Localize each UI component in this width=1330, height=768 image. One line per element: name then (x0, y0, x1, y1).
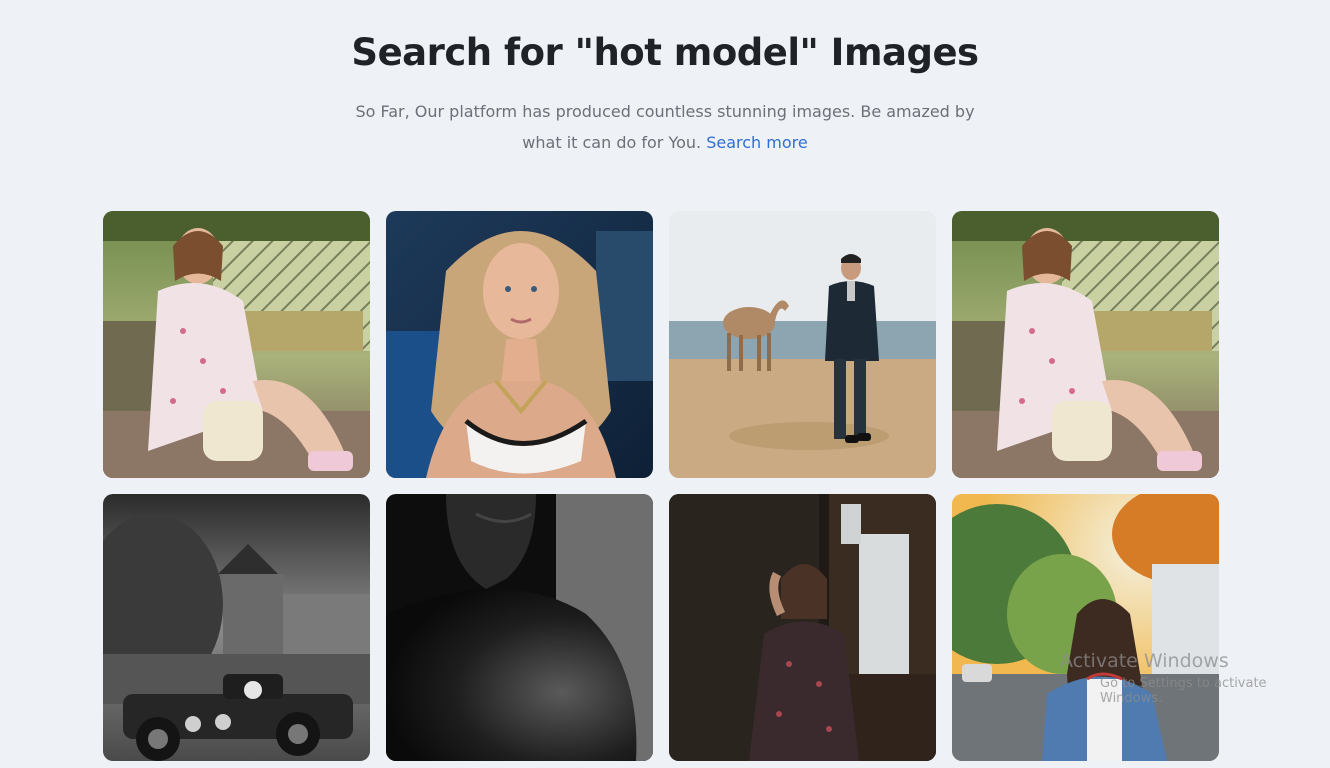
page-subtitle: So Far, Our platform has produced countl… (345, 96, 985, 158)
photo-shoulder-closeup-bw (386, 494, 653, 761)
image-grid (103, 211, 1219, 761)
photo-woman-denim-jacket-street (952, 494, 1219, 761)
photo-man-with-camel-beach (669, 211, 936, 478)
image-tile[interactable] (386, 494, 653, 761)
image-tile[interactable] (669, 494, 936, 761)
image-tile[interactable] (103, 494, 370, 761)
page-title: Search for "hot model" Images (351, 31, 979, 74)
image-tile[interactable] (669, 211, 936, 478)
photo-woman-by-window (669, 494, 936, 761)
photo-woman-on-bench-garden (952, 211, 1219, 478)
image-tile[interactable] (952, 211, 1219, 478)
page: Search for "hot model" Images So Far, Ou… (0, 0, 1330, 768)
image-tile[interactable] (952, 494, 1219, 761)
search-more-link[interactable]: Search more (706, 133, 808, 152)
subtitle-text: So Far, Our platform has produced countl… (355, 102, 975, 152)
photo-curly-blonde-woman (386, 211, 653, 478)
photo-woman-on-bench-garden (103, 211, 370, 478)
image-tile[interactable] (103, 211, 370, 478)
photo-vintage-car-castle-bw (103, 494, 370, 761)
image-tile[interactable] (386, 211, 653, 478)
header: Search for "hot model" Images So Far, Ou… (0, 30, 1330, 158)
